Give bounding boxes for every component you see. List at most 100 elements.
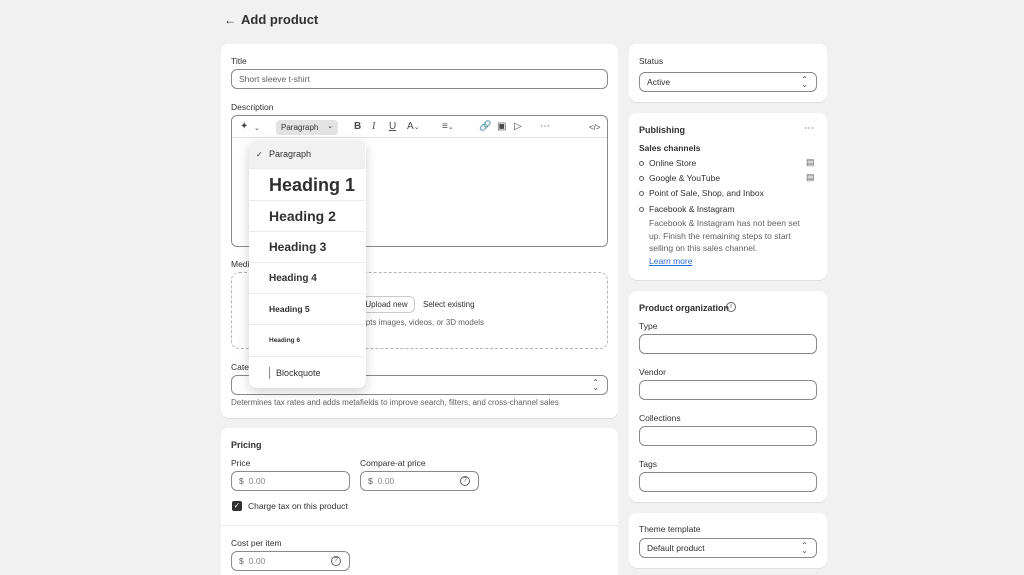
blockquote-bar-icon	[269, 366, 270, 379]
title-value: Short sleeve t-shirt	[239, 74, 310, 84]
calendar-icon[interactable]: ▤	[806, 157, 815, 168]
pricing-divider	[221, 525, 618, 526]
cost-per-item-input[interactable]: $ 0.00 ?	[231, 551, 350, 571]
menu-item-paragraph[interactable]: ✓ Paragraph	[249, 140, 365, 169]
channel-status-dot	[639, 161, 644, 166]
menu-item-label: Heading 4	[269, 272, 317, 284]
theme-template-select[interactable]: Default product ⌃ ⌄	[639, 538, 817, 558]
menu-item-label: Paragraph	[269, 149, 312, 159]
currency-prefix: $	[239, 556, 244, 566]
chevron-down-icon: ⌄	[327, 123, 333, 130]
menu-item-label: Heading 6	[269, 337, 301, 344]
menu-item-label: Heading 3	[269, 240, 327, 254]
vendor-input[interactable]	[639, 380, 817, 400]
collections-label: Collections	[639, 413, 681, 423]
compare-at-price-label: Compare-at price	[360, 458, 426, 468]
menu-item-label: Heading 5	[269, 304, 310, 314]
ai-sparkle-icon[interactable]: ✦	[240, 122, 248, 132]
menu-item-label: Heading 2	[269, 208, 336, 224]
select-existing-link[interactable]: Select existing	[423, 300, 475, 309]
menu-item-heading-5[interactable]: Heading 5	[249, 294, 365, 325]
arrow-left-icon: ←	[224, 13, 236, 27]
more-icon[interactable]: ⋯	[540, 122, 550, 132]
facebook-note-line: up. Finish the remaining steps to start	[649, 231, 791, 241]
title-input[interactable]: Short sleeve t-shirt	[231, 69, 608, 89]
check-icon: ✓	[233, 501, 241, 510]
channel-google-youtube: Google & YouTube	[649, 173, 721, 183]
chevron-down-icon[interactable]: ⌄	[254, 124, 260, 134]
description-label: Description	[231, 102, 274, 112]
menu-item-label: Heading 1	[269, 175, 356, 195]
cost-per-item-label: Cost per item	[231, 538, 282, 548]
code-icon[interactable]: </>	[589, 123, 601, 133]
select-chevron-icon: ⌃ ⌄	[592, 378, 599, 392]
category-help: Determines tax rates and adds metafields…	[231, 398, 559, 407]
compare-at-price-input[interactable]: $ 0.00 ?	[360, 471, 479, 491]
info-icon[interactable]: i	[726, 302, 736, 312]
price-placeholder: 0.00	[248, 476, 266, 486]
video-icon[interactable]: ▷	[514, 122, 522, 132]
format-select[interactable]: Paragraph ⌄	[276, 120, 338, 135]
bold-icon[interactable]: B	[354, 122, 361, 132]
image-icon[interactable]: ▣	[497, 122, 506, 132]
theme-template-heading: Theme template	[639, 524, 701, 534]
product-organization-heading: Product organization	[639, 303, 729, 313]
status-heading: Status	[639, 56, 664, 66]
channel-status-dot	[639, 176, 644, 181]
menu-item-heading-2[interactable]: Heading 2	[249, 201, 365, 232]
price-label: Price	[231, 458, 251, 468]
publishing-heading: Publishing	[639, 125, 685, 135]
calendar-icon[interactable]: ▤	[806, 172, 815, 183]
vendor-label: Vendor	[639, 367, 666, 377]
select-chevron-icon: ⌃ ⌄	[801, 541, 808, 555]
cost-placeholder: 0.00	[248, 556, 266, 566]
help-icon[interactable]: ?	[460, 476, 470, 486]
menu-item-heading-6[interactable]: Heading 6	[249, 325, 365, 357]
page-title: Add product	[241, 12, 319, 27]
text-color-icon[interactable]: A⌄	[407, 122, 420, 133]
menu-item-label: Blockquote	[276, 367, 321, 378]
upload-new-button[interactable]: Upload new	[358, 296, 415, 313]
format-select-value: Paragraph	[281, 123, 319, 132]
align-icon[interactable]: ≡⌄	[442, 122, 454, 133]
theme-template-value: Default product	[647, 543, 705, 553]
link-icon[interactable]: 🔗	[479, 122, 491, 132]
type-input[interactable]	[639, 334, 817, 354]
checkmark-icon: ✓	[256, 149, 263, 159]
menu-item-heading-3[interactable]: Heading 3	[249, 232, 365, 263]
menu-item-heading-4[interactable]: Heading 4	[249, 263, 365, 294]
channel-status-dot	[639, 191, 644, 196]
menu-item-heading-1[interactable]: Heading 1	[249, 171, 365, 201]
type-label: Type	[639, 321, 658, 331]
collections-input[interactable]	[639, 426, 817, 446]
upload-new-label: Upload new	[365, 300, 408, 309]
channel-online-store: Online Store	[649, 158, 697, 168]
underline-icon[interactable]: U	[389, 122, 396, 132]
more-actions-icon[interactable]: ⋯	[804, 123, 814, 134]
editor-toolbar-divider	[232, 137, 607, 138]
currency-prefix: $	[368, 476, 373, 486]
back-button[interactable]: ←	[224, 13, 236, 27]
facebook-note-line: Facebook & Instagram has not been set	[649, 218, 800, 228]
currency-prefix: $	[239, 476, 244, 486]
compare-placeholder: 0.00	[377, 476, 395, 486]
menu-item-blockquote[interactable]: Blockquote	[249, 357, 365, 388]
charge-tax-checkbox[interactable]: ✓	[232, 501, 242, 511]
pricing-heading: Pricing	[231, 440, 262, 450]
tags-label: Tags	[639, 459, 657, 469]
format-dropdown-menu: ✓ Paragraph Heading 1 Heading 2 Heading …	[249, 140, 366, 388]
facebook-note-line: selling on this sales channel.	[649, 243, 758, 253]
italic-icon[interactable]: I	[372, 122, 375, 132]
status-value: Active	[647, 77, 671, 87]
channel-facebook-instagram: Facebook & Instagram	[649, 204, 735, 214]
status-select[interactable]: Active ⌃ ⌄	[639, 72, 817, 92]
select-chevron-icon: ⌃ ⌄	[801, 75, 808, 89]
tags-input[interactable]	[639, 472, 817, 492]
channel-point-of-sale: Point of Sale, Shop, and Inbox	[649, 188, 764, 198]
sales-channels-label: Sales channels	[639, 143, 701, 153]
price-input[interactable]: $ 0.00	[231, 471, 350, 491]
media-hint: Accepts images, videos, or 3D models	[348, 318, 485, 327]
learn-more-link[interactable]: Learn more	[649, 256, 692, 266]
title-label: Title	[231, 56, 247, 66]
help-icon[interactable]: ?	[331, 556, 341, 566]
